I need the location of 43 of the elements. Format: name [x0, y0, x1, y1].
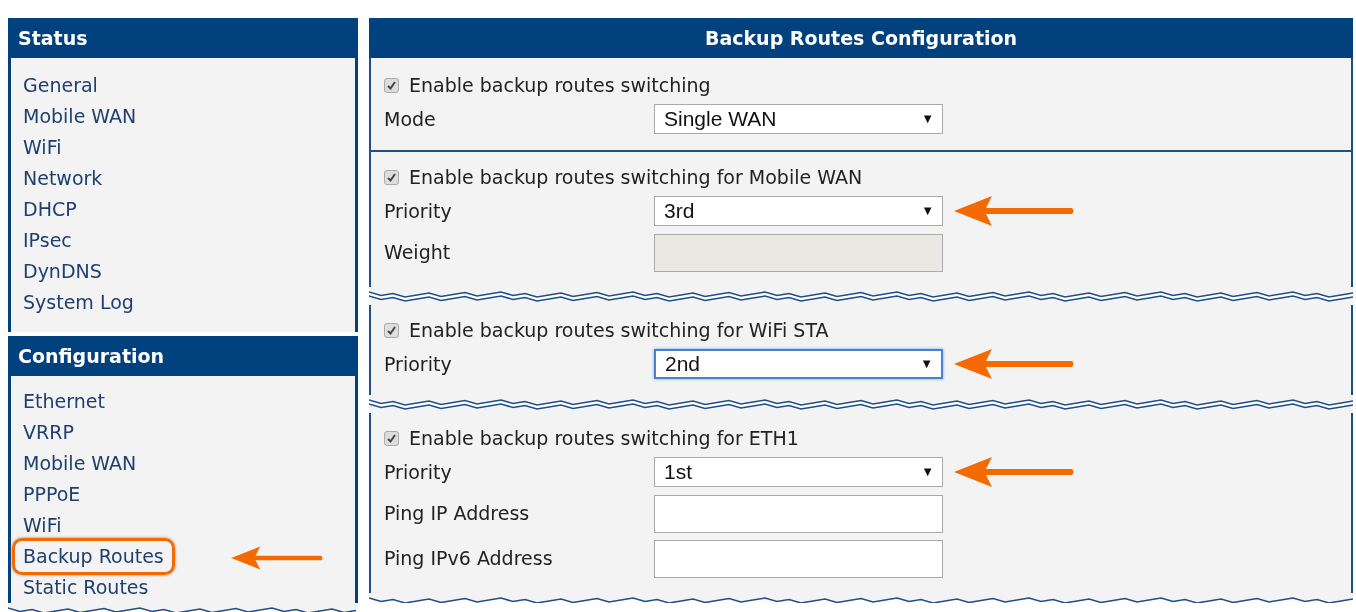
sidebar-link[interactable]: IPsec [23, 226, 72, 255]
dropdown[interactable]: 1st ▼ [654, 457, 943, 487]
dropdown[interactable]: 3rd ▼ [654, 196, 943, 226]
field-label: Priority [384, 459, 453, 485]
sidebar-link[interactable]: Mobile WAN [23, 102, 137, 131]
caret-icon: ▼ [920, 354, 933, 374]
caret-icon: ▼ [921, 109, 934, 129]
sidebar-link[interactable]: Network [23, 164, 103, 193]
sidebar-link[interactable]: WiFi [23, 133, 62, 162]
field-label: Mode [384, 106, 437, 132]
checkbox-label: Enable backup routes switching for ETH1 [409, 425, 799, 451]
checkbox-label: Enable backup routes switching for WiFi STA [409, 317, 829, 343]
sidebar-heading: Status [8, 18, 358, 58]
sidebar-link[interactable]: Static Routes [23, 573, 149, 602]
sidebar-link[interactable]: Backup Routes [12, 538, 175, 575]
checkbox[interactable] [384, 77, 399, 93]
field-label: Weight [384, 240, 452, 266]
field-label: Ping IPv6 Address [384, 546, 554, 572]
checkbox[interactable] [384, 430, 399, 446]
sidebar-link[interactable]: WiFi [23, 511, 62, 540]
caret-icon: ▼ [921, 201, 934, 221]
sidebar-link[interactable]: System Log [23, 288, 134, 317]
checkbox[interactable] [384, 169, 399, 185]
sidebar-link[interactable]: DHCP [23, 195, 77, 224]
checkbox-label: Enable backup routes switching [409, 72, 711, 98]
sidebar-heading: Configuration [8, 336, 358, 376]
input-field[interactable] [654, 494, 943, 533]
field-label: Ping IP Address [384, 501, 531, 527]
field-label: Priority [384, 198, 453, 224]
dropdown[interactable]: Single WAN ▼ [654, 104, 943, 134]
input-field[interactable] [654, 539, 943, 578]
sidebar-link[interactable]: Ethernet [23, 387, 105, 416]
sidebar-link[interactable]: DynDNS [23, 257, 102, 286]
sidebar-link[interactable]: General [23, 71, 98, 100]
sidebar-link[interactable]: Mobile WAN [23, 449, 137, 478]
checkbox-label: Enable backup routes switching for Mobile WAN [409, 164, 863, 190]
dropdown[interactable]: 2nd ▼ [654, 349, 943, 379]
sidebar-link[interactable]: PPPoE [23, 480, 81, 509]
panel-title: Backup Routes Configuration [369, 18, 1353, 58]
checkbox[interactable] [384, 322, 399, 338]
sidebar-link[interactable]: VRRP [23, 418, 74, 447]
caret-icon: ▼ [921, 462, 934, 482]
field-label: Priority [384, 351, 453, 377]
